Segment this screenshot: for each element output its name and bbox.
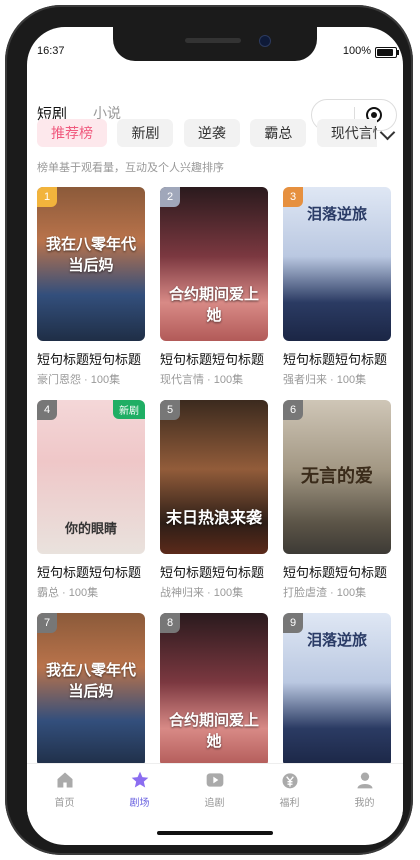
speaker bbox=[185, 38, 241, 43]
battery-icon bbox=[375, 47, 399, 58]
drama-meta: 打脸虐渣 · 100集 bbox=[283, 587, 367, 599]
drama-title: 短句标题短句标题 bbox=[160, 352, 265, 367]
drama-card[interactable]: 4 新剧 你的眼睛 短句标题短句标题 霸总 · 100集 bbox=[37, 400, 145, 600]
rank-badge: 6 bbox=[283, 400, 303, 420]
drama-card[interactable]: 8 合约期间爱上她 bbox=[160, 613, 268, 767]
chip-modern-romance[interactable]: 现代言情 bbox=[316, 119, 377, 147]
bottom-tabbar: 首页 剧场 追剧 福利 我的 bbox=[27, 763, 403, 816]
drama-poster[interactable]: 9 泪落逆旅 bbox=[283, 613, 391, 767]
drama-poster[interactable]: 7 我在八零年代当后妈 bbox=[37, 613, 145, 767]
tab-welfare[interactable]: 福利 bbox=[252, 770, 327, 809]
play-icon bbox=[206, 773, 223, 787]
drama-title: 短句标题短句标题 bbox=[283, 565, 388, 580]
poster-title: 合约期间爱上她 bbox=[168, 712, 259, 750]
phone-frame: 16:37 100% 短剧 小说 推荐榜 新剧 逆袭 霸总 现代言情 榜单基于观… bbox=[5, 5, 413, 855]
drama-card[interactable]: 6 无言的爱 短句标题短句标题 打脸虐渣 · 100集 bbox=[283, 400, 391, 600]
poster-title: 你的眼睛 bbox=[64, 521, 117, 536]
drama-meta: 强者归来 · 100集 bbox=[283, 374, 367, 386]
rank-badge: 8 bbox=[160, 613, 180, 633]
tab-label: 我的 bbox=[354, 798, 375, 809]
screen: 16:37 100% 短剧 小说 推荐榜 新剧 逆袭 霸总 现代言情 榜单基于观… bbox=[27, 27, 403, 845]
drama-title: 短句标题短句标题 bbox=[283, 352, 388, 367]
home-icon bbox=[57, 772, 72, 788]
tab-mine[interactable]: 我的 bbox=[327, 770, 402, 809]
drama-poster[interactable]: 3 泪落逆旅 bbox=[283, 187, 391, 341]
tab-label: 福利 bbox=[279, 798, 300, 809]
poster-title: 泪落逆旅 bbox=[306, 206, 367, 223]
chip-comeback[interactable]: 逆袭 bbox=[183, 119, 240, 147]
home-indicator bbox=[157, 831, 273, 835]
status-bar: 16:37 100% bbox=[27, 45, 403, 61]
tab-label: 剧场 bbox=[129, 798, 150, 809]
tab-home[interactable]: 首页 bbox=[27, 770, 102, 809]
rank-badge: 7 bbox=[37, 613, 57, 633]
tab-label: 追剧 bbox=[204, 798, 225, 809]
drama-title: 短句标题短句标题 bbox=[37, 565, 142, 580]
poster-title: 我在八零年代当后妈 bbox=[45, 662, 136, 700]
star-icon bbox=[131, 771, 148, 788]
chip-ceo[interactable]: 霸总 bbox=[250, 119, 307, 147]
drama-poster[interactable]: 5 末日热浪来袭 bbox=[160, 400, 268, 554]
poster-title: 我在八零年代当后妈 bbox=[45, 236, 136, 274]
drama-title: 短句标题短句标题 bbox=[160, 565, 265, 580]
drama-card[interactable]: 5 末日热浪来袭 短句标题短句标题 战神归来 · 100集 bbox=[160, 400, 268, 600]
category-chips: 推荐榜 新剧 逆袭 霸总 现代言情 bbox=[37, 119, 377, 149]
rank-badge: 1 bbox=[37, 187, 57, 207]
tab-label: 首页 bbox=[54, 798, 75, 809]
tab-follow[interactable]: 追剧 bbox=[177, 770, 252, 809]
drama-meta: 霸总 · 100集 bbox=[37, 587, 99, 599]
gift-icon bbox=[282, 773, 297, 789]
battery-percent: 100% bbox=[342, 45, 371, 57]
drama-card[interactable]: 7 我在八零年代当后妈 bbox=[37, 613, 145, 767]
new-badge: 新剧 bbox=[113, 400, 145, 419]
chip-new[interactable]: 新剧 bbox=[117, 119, 174, 147]
poster-title: 无言的爱 bbox=[301, 466, 373, 486]
rank-badge: 4 bbox=[37, 400, 57, 420]
drama-card[interactable]: 2 合约期间爱上她 短句标题短句标题 现代言情 · 100集 bbox=[160, 187, 268, 387]
drama-meta: 现代言情 · 100集 bbox=[160, 374, 244, 386]
drama-poster[interactable]: 1 我在八零年代当后妈 bbox=[37, 187, 145, 341]
chip-recommend[interactable]: 推荐榜 bbox=[37, 119, 107, 147]
drama-card[interactable]: 3 泪落逆旅 短句标题短句标题 强者归来 · 100集 bbox=[283, 187, 391, 387]
drama-meta: 豪门恩怨 · 100集 bbox=[37, 374, 121, 386]
poster-title: 泪落逆旅 bbox=[306, 632, 367, 649]
poster-title: 合约期间爱上她 bbox=[168, 286, 259, 324]
user-icon bbox=[357, 772, 372, 789]
poster-title: 末日热浪来袭 bbox=[166, 510, 263, 527]
drama-card[interactable]: 1 我在八零年代当后妈 短句标题短句标题 豪门恩怨 · 100集 bbox=[37, 187, 145, 387]
drama-card[interactable]: 9 泪落逆旅 bbox=[283, 613, 391, 767]
drama-title: 短句标题短句标题 bbox=[37, 352, 142, 367]
status-time: 16:37 bbox=[37, 45, 65, 57]
rank-badge: 5 bbox=[160, 400, 180, 420]
rank-badge: 2 bbox=[160, 187, 180, 207]
tab-theater[interactable]: 剧场 bbox=[102, 770, 177, 809]
top-bar: 短剧 小说 bbox=[27, 79, 403, 131]
drama-poster[interactable]: 2 合约期间爱上她 bbox=[160, 187, 268, 341]
drama-poster[interactable]: 8 合约期间爱上她 bbox=[160, 613, 268, 767]
drama-poster[interactable]: 4 新剧 你的眼睛 bbox=[37, 400, 145, 554]
ranking-hint: 榜单基于观看量，互动及个人兴趣排序 bbox=[37, 162, 224, 174]
drama-poster[interactable]: 6 无言的爱 bbox=[283, 400, 391, 554]
drama-meta: 战神归来 · 100集 bbox=[160, 587, 244, 599]
